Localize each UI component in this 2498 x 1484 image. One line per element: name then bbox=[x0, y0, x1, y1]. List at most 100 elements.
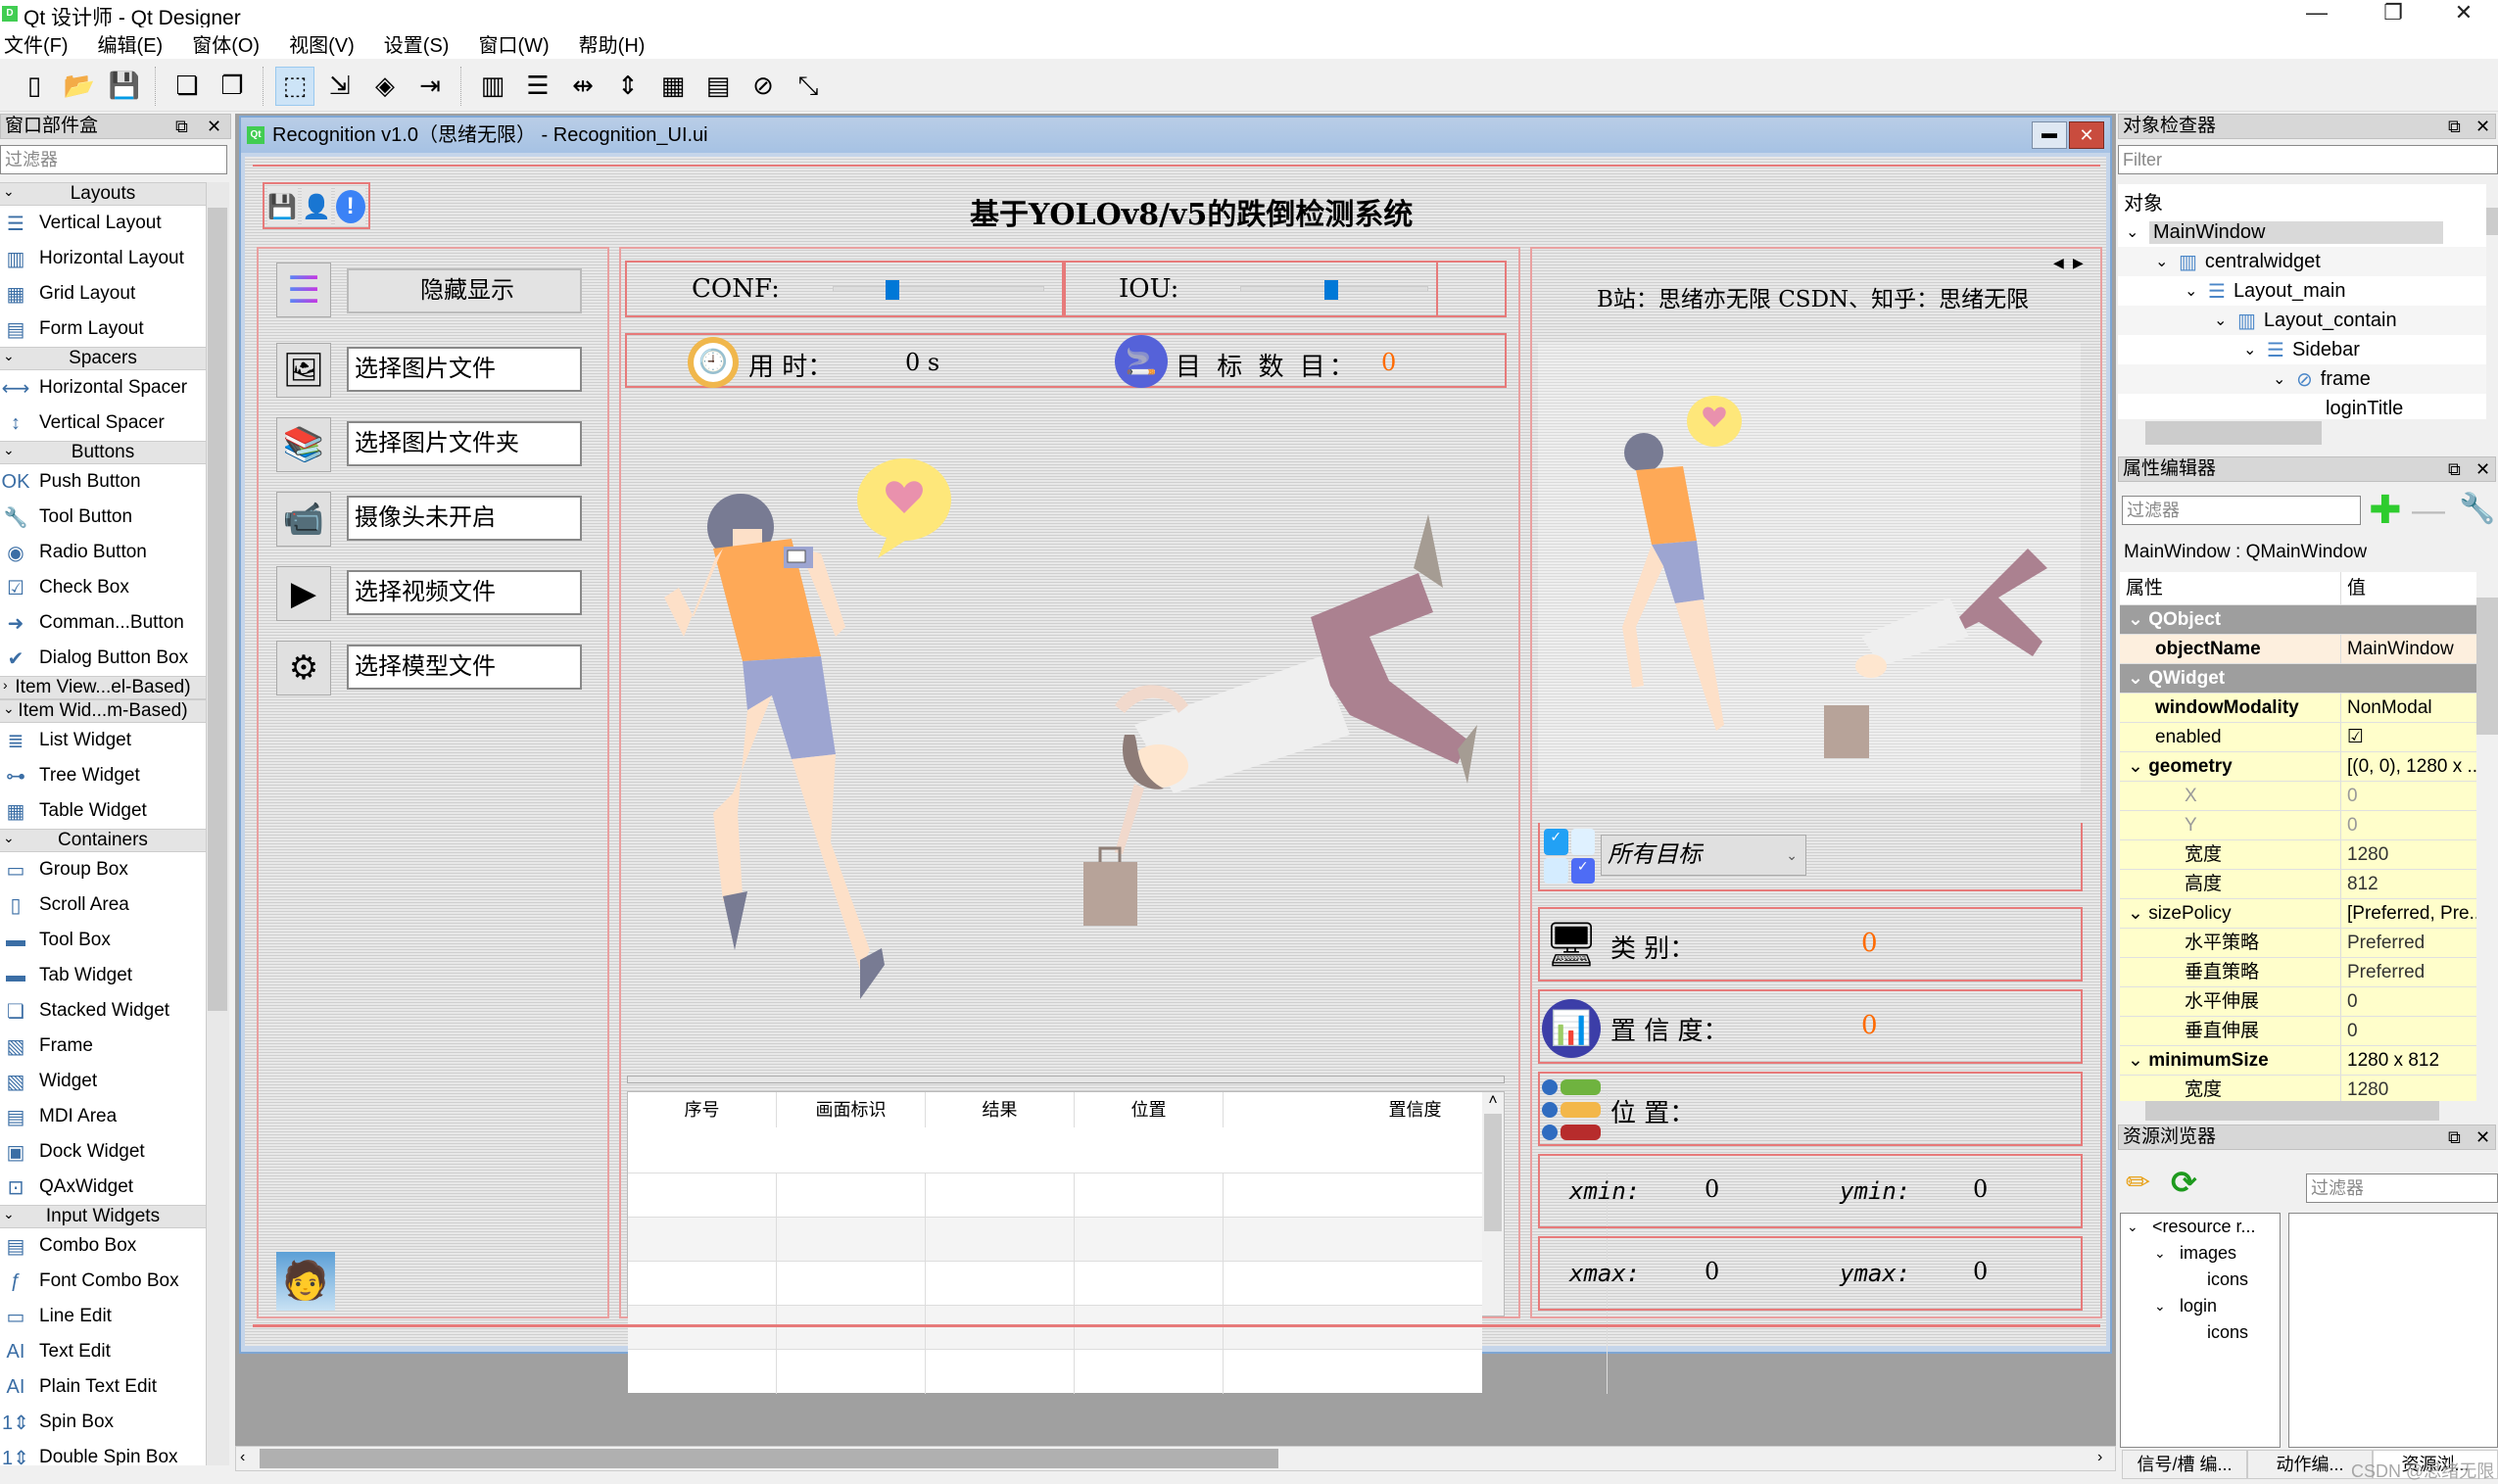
widget-item[interactable]: ƒ Font Combo Box bbox=[0, 1264, 206, 1299]
table-cell[interactable] bbox=[926, 1218, 1075, 1262]
widget-item[interactable]: ➜ Comman...Button bbox=[0, 605, 206, 641]
table-cell[interactable] bbox=[628, 1173, 777, 1218]
edit-resources-pencil-icon[interactable]: ✏ bbox=[2126, 1166, 2150, 1200]
object-tree-hscroll[interactable] bbox=[2118, 421, 2486, 447]
conf-slider-track[interactable] bbox=[833, 286, 1044, 292]
table-cell[interactable] bbox=[628, 1262, 777, 1306]
widget-item[interactable]: ☑ Check Box bbox=[0, 570, 206, 605]
property-value[interactable]: [(0, 0), 1280 x ... bbox=[2341, 752, 2476, 781]
object-tree-item[interactable]: ⌄ MainWindow bbox=[2118, 217, 2486, 247]
widget-item[interactable]: ▧ Widget bbox=[0, 1064, 206, 1099]
property-value[interactable]: MainWindow bbox=[2341, 635, 2476, 663]
table-cell[interactable] bbox=[1075, 1306, 1224, 1350]
model-file-icon[interactable]: ⚙ bbox=[276, 641, 331, 695]
next-page-arrow[interactable]: ▶ bbox=[2073, 255, 2084, 271]
property-row[interactable]: windowModality NonModal bbox=[2120, 694, 2476, 723]
property-row[interactable]: 宽度 1280 bbox=[2120, 1076, 2476, 1101]
widget-item[interactable]: AI Plain Text Edit bbox=[0, 1369, 206, 1405]
layout-horizontal-splitter-icon[interactable]: ⇹ bbox=[563, 67, 602, 106]
widget-item[interactable]: ▯ Scroll Area bbox=[0, 887, 206, 923]
property-value[interactable]: Preferred bbox=[2341, 958, 2476, 986]
float-icon[interactable]: ⧉ bbox=[2448, 1125, 2461, 1149]
layout-horizontal-icon[interactable]: ▥ bbox=[473, 67, 512, 106]
property-hscroll[interactable] bbox=[2120, 1101, 2476, 1123]
save-icon[interactable]: 💾 bbox=[105, 67, 144, 106]
add-property-icon[interactable]: ✚ bbox=[2369, 488, 2402, 533]
scroll-right-arrow[interactable]: › bbox=[2097, 1449, 2102, 1466]
table-cell[interactable] bbox=[1075, 1173, 1224, 1218]
prev-page-arrow[interactable]: ◀ bbox=[2053, 255, 2064, 271]
chevron-down-icon[interactable]: ⌄ bbox=[2128, 903, 2148, 924]
table-header-cell[interactable]: 结果 bbox=[926, 1092, 1075, 1127]
widget-item[interactable]: 🔧 Tool Button bbox=[0, 500, 206, 535]
table-cell[interactable] bbox=[777, 1350, 926, 1394]
widget-item[interactable]: ◉ Radio Button bbox=[0, 535, 206, 570]
widget-category[interactable]: ⌄ Containers bbox=[0, 829, 206, 852]
table-header-cell[interactable]: 画面标识 bbox=[777, 1092, 926, 1127]
property-row[interactable]: ⌄ geometry [(0, 0), 1280 x ... bbox=[2120, 752, 2476, 782]
object-tree-item[interactable]: ⌄ ▥ centralwidget bbox=[2118, 247, 2486, 276]
image-file-icon[interactable]: 🖼 bbox=[276, 343, 331, 398]
property-value[interactable]: 0 bbox=[2341, 987, 2476, 1016]
chevron-down-icon[interactable]: ⌄ bbox=[2128, 756, 2148, 777]
widget-item[interactable]: 1⇕ Spin Box bbox=[0, 1405, 206, 1440]
property-row[interactable]: 高度 812 bbox=[2120, 870, 2476, 899]
close-button[interactable]: ✕ bbox=[2429, 0, 2498, 27]
iou-slider-handle[interactable] bbox=[1324, 280, 1339, 300]
table-scroll-thumb[interactable] bbox=[1484, 1114, 1502, 1231]
maximize-button[interactable]: ❐ bbox=[2359, 0, 2427, 27]
chevron-down-icon[interactable]: ⌄ bbox=[2128, 609, 2148, 630]
table-row[interactable] bbox=[628, 1349, 1608, 1394]
layout-grid-icon[interactable]: ▦ bbox=[653, 67, 693, 106]
table-cell[interactable] bbox=[777, 1306, 926, 1350]
menu-help[interactable]: 帮助(H) bbox=[579, 29, 646, 58]
widget-item[interactable]: ↕ Vertical Spacer bbox=[0, 406, 206, 441]
mdi-scroll-thumb[interactable] bbox=[260, 1449, 1278, 1468]
widget-category[interactable]: ⌄ Spacers bbox=[0, 347, 206, 370]
property-row[interactable]: ⌄ QObject bbox=[2120, 605, 2476, 635]
close-icon[interactable]: ✕ bbox=[2475, 457, 2490, 481]
property-row[interactable]: X0 bbox=[2120, 782, 2476, 811]
widget-category[interactable]: › Item View...el-Based) bbox=[0, 676, 206, 699]
table-cell[interactable] bbox=[926, 1306, 1075, 1350]
widget-item[interactable]: ▭ Line Edit bbox=[0, 1299, 206, 1334]
bring-to-front-icon[interactable]: ❐ bbox=[213, 67, 252, 106]
widget-list-scroll-thumb[interactable] bbox=[208, 208, 227, 1011]
new-file-icon[interactable]: ▯ bbox=[15, 67, 54, 106]
object-tree-item[interactable]: ⌄ ☰ Sidebar bbox=[2118, 335, 2486, 364]
table-row[interactable] bbox=[628, 1173, 1608, 1218]
property-value[interactable]: ☑ bbox=[2341, 723, 2476, 751]
widget-filter-input[interactable]: 过滤器 bbox=[0, 145, 227, 174]
table-cell[interactable] bbox=[926, 1173, 1075, 1218]
menu-settings[interactable]: 设置(S) bbox=[384, 29, 450, 58]
widget-item[interactable]: ▤ Form Layout bbox=[0, 311, 206, 347]
menu-edit[interactable]: 编辑(E) bbox=[98, 29, 164, 58]
sidebar-button[interactable]: 选择图片文件夹 bbox=[347, 421, 582, 466]
property-row[interactable]: ⌄ minimumSize 1280 x 812 bbox=[2120, 1046, 2476, 1076]
widget-category[interactable]: ⌄ Input Widgets bbox=[0, 1205, 206, 1228]
table-cell[interactable] bbox=[777, 1173, 926, 1218]
widget-item[interactable]: 1⇕ Double Spin Box bbox=[0, 1440, 206, 1465]
property-value[interactable]: 812 bbox=[2341, 870, 2476, 898]
float-icon[interactable]: ⧉ bbox=[2448, 457, 2461, 481]
property-row[interactable]: objectName MainWindow bbox=[2120, 635, 2476, 664]
property-row[interactable]: enabled ☑ bbox=[2120, 723, 2476, 752]
menu-view[interactable]: 视图(V) bbox=[289, 29, 355, 58]
property-value[interactable]: 0 bbox=[2341, 811, 2476, 839]
table-cell[interactable] bbox=[1075, 1262, 1224, 1306]
toggle-sidebar-button[interactable]: 隐藏显示 bbox=[347, 268, 582, 313]
folder-binders-icon[interactable]: 📚 bbox=[276, 417, 331, 472]
layout-vertical-icon[interactable]: ☰ bbox=[518, 67, 557, 106]
camera-icon[interactable]: 📹 bbox=[276, 492, 331, 547]
break-layout-icon[interactable]: ⊘ bbox=[744, 67, 783, 106]
target-select-dropdown[interactable]: 所有目标 ⌄ bbox=[1601, 835, 1806, 876]
sidebar-button[interactable]: 选择视频文件 bbox=[347, 570, 582, 615]
info-icon[interactable]: ! bbox=[335, 187, 366, 226]
widget-item[interactable]: OK Push Button bbox=[0, 464, 206, 500]
property-value[interactable]: 0 bbox=[2341, 782, 2476, 810]
close-icon[interactable]: ✕ bbox=[2475, 1125, 2490, 1149]
widget-item[interactable]: AI Text Edit bbox=[0, 1334, 206, 1369]
remove-property-icon[interactable]: — bbox=[2412, 492, 2445, 530]
property-value[interactable]: 1280 bbox=[2341, 1076, 2476, 1101]
widget-item[interactable]: ▬ Tool Box bbox=[0, 923, 206, 958]
